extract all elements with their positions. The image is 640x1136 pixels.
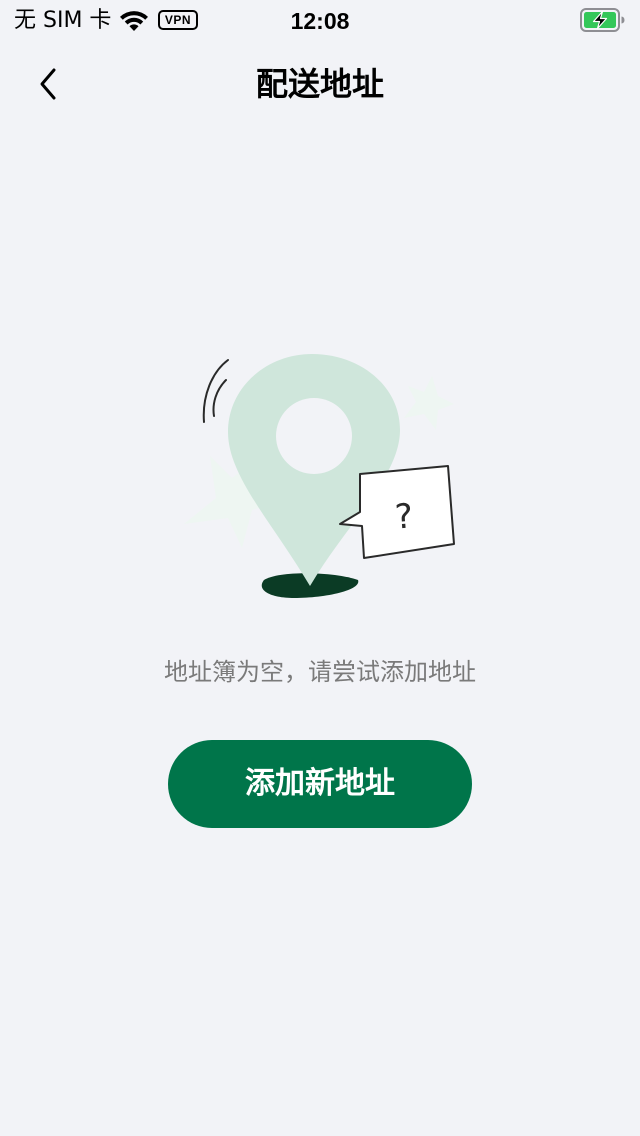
add-address-button[interactable]: 添加新地址 xyxy=(168,740,472,828)
empty-state-message: 地址簿为空，请尝试添加地址 xyxy=(164,658,476,686)
svg-text:?: ? xyxy=(394,496,415,537)
location-pin-question-illustration: ? xyxy=(184,354,455,598)
status-time: 12:08 xyxy=(290,8,350,34)
battery-charging-icon xyxy=(580,8,625,32)
page-title: 配送地址 xyxy=(255,65,384,103)
status-bar: 无 SIM 卡 VPN 12:08 xyxy=(0,0,640,42)
